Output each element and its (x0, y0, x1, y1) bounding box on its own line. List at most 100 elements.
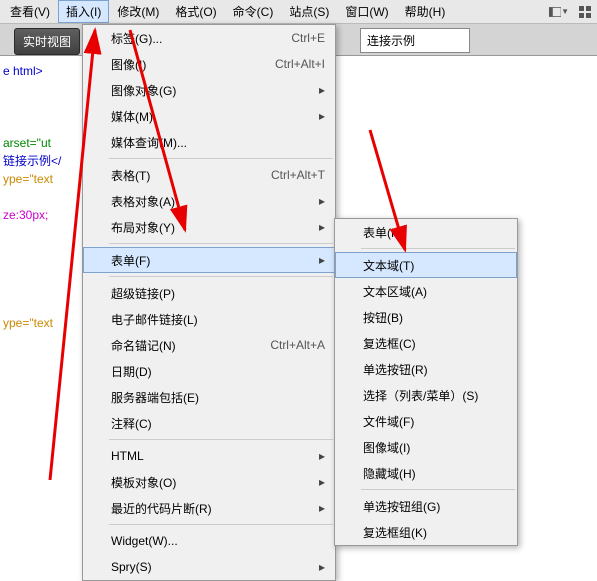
menu-label: 日期(D) (111, 363, 325, 380)
chevron-right-icon: ▸ (315, 194, 325, 208)
menu-label: 媒体(M) (111, 108, 315, 125)
submenu-text-field[interactable]: 文本域(T) (335, 252, 517, 278)
code-line: arset="ut (3, 134, 79, 152)
menu-media-query[interactable]: 媒体查询(M)... (83, 129, 335, 155)
grid-icon[interactable] (575, 4, 595, 20)
chevron-right-icon: ▸ (315, 83, 325, 97)
submenu-select[interactable]: 选择（列表/菜单）(S) (335, 382, 517, 408)
submenu-radio-group[interactable]: 单选按钮组(G) (335, 493, 517, 519)
menu-label: 文本区域(A) (363, 283, 507, 300)
chevron-right-icon: ▸ (315, 220, 325, 234)
menu-separator (109, 439, 333, 440)
chevron-right-icon: ▸ (315, 560, 325, 574)
menubar: 查看(V) 插入(I) 修改(M) 格式(O) 命令(C) 站点(S) 窗口(W… (0, 0, 597, 24)
menu-table-obj[interactable]: 表格对象(A)▸ (83, 188, 335, 214)
code-line: ze:30px; (3, 206, 79, 224)
menu-recent-snippet[interactable]: 最近的代码片断(R)▸ (83, 495, 335, 521)
chevron-right-icon: ▸ (315, 253, 325, 267)
menu-template-obj[interactable]: 模板对象(O)▸ (83, 469, 335, 495)
menu-label: 文件域(F) (363, 413, 507, 430)
menu-separator (361, 248, 515, 249)
menu-label: 注释(C) (111, 415, 325, 432)
menu-shortcut: Ctrl+E (291, 31, 325, 45)
menu-window[interactable]: 窗口(W) (337, 0, 396, 23)
menu-label: 表单(F) (363, 224, 507, 241)
code-line: ype="text (3, 170, 79, 188)
form-submenu: 表单(F) 文本域(T) 文本区域(A) 按钮(B) 复选框(C) 单选按钮(R… (334, 218, 518, 546)
menu-ssi[interactable]: 服务器端包括(E) (83, 384, 335, 410)
menu-layout-obj[interactable]: 布局对象(Y)▸ (83, 214, 335, 240)
menu-label: 图像域(I) (363, 439, 507, 456)
menu-command[interactable]: 命令(C) (225, 0, 282, 23)
submenu-button[interactable]: 按钮(B) (335, 304, 517, 330)
menu-label: 图像对象(G) (111, 82, 315, 99)
menu-form[interactable]: 表单(F)▸ (83, 247, 335, 273)
menu-label: HTML (111, 449, 315, 463)
menu-spry[interactable]: Spry(S)▸ (83, 554, 335, 580)
submenu-checkbox-group[interactable]: 复选框组(K) (335, 519, 517, 545)
menu-format[interactable]: 格式(O) (167, 0, 224, 23)
submenu-hidden[interactable]: 隐藏域(H) (335, 460, 517, 486)
menu-table[interactable]: 表格(T)Ctrl+Alt+T (83, 162, 335, 188)
menu-tag[interactable]: 标签(G)...Ctrl+E (83, 25, 335, 51)
menu-anchor[interactable]: 命名锚记(N)Ctrl+Alt+A (83, 332, 335, 358)
menu-hyperlink[interactable]: 超级链接(P) (83, 280, 335, 306)
menu-separator (109, 524, 333, 525)
submenu-file-field[interactable]: 文件域(F) (335, 408, 517, 434)
menu-html[interactable]: HTML▸ (83, 443, 335, 469)
layout-icon[interactable]: ▼ (549, 4, 569, 20)
menu-shortcut: Ctrl+Alt+A (270, 338, 325, 352)
menu-label: 选择（列表/菜单）(S) (363, 387, 507, 404)
menu-view[interactable]: 查看(V) (2, 0, 58, 23)
menu-label: 单选按钮组(G) (363, 498, 507, 515)
menu-label: 表格对象(A) (111, 193, 315, 210)
menu-media[interactable]: 媒体(M)▸ (83, 103, 335, 129)
menu-site[interactable]: 站点(S) (281, 0, 337, 23)
menu-label: 按钮(B) (363, 309, 507, 326)
menu-widget[interactable]: Widget(W)... (83, 528, 335, 554)
menu-label: Widget(W)... (111, 534, 325, 548)
menu-label: 复选框组(K) (363, 524, 507, 541)
menu-label: 表格(T) (111, 167, 271, 184)
chevron-right-icon: ▸ (315, 475, 325, 489)
submenu-radio[interactable]: 单选按钮(R) (335, 356, 517, 382)
menu-separator (109, 158, 333, 159)
menu-help[interactable]: 帮助(H) (397, 0, 454, 23)
title-field[interactable]: 连接示例 (360, 28, 470, 53)
menu-shortcut: Ctrl+Alt+T (271, 168, 325, 182)
menu-label: 标签(G)... (111, 30, 291, 47)
menu-label: 命名锚记(N) (111, 337, 270, 354)
menu-comment[interactable]: 注释(C) (83, 410, 335, 436)
menu-image[interactable]: 图像(I)Ctrl+Alt+I (83, 51, 335, 77)
code-line: ype="text (3, 314, 79, 332)
menu-label: 超级链接(P) (111, 285, 325, 302)
code-area: e html> arset="ut 链接示例</ ype="text ze:30… (0, 56, 82, 508)
insert-menu: 标签(G)...Ctrl+E 图像(I)Ctrl+Alt+I 图像对象(G)▸ … (82, 24, 336, 581)
menu-image-obj[interactable]: 图像对象(G)▸ (83, 77, 335, 103)
menu-label: 布局对象(Y) (111, 219, 315, 236)
menu-label: 模板对象(O) (111, 474, 315, 491)
menu-label: 电子邮件链接(L) (111, 311, 325, 328)
menu-label: 复选框(C) (363, 335, 507, 352)
menu-label: 文本域(T) (363, 257, 507, 274)
submenu-checkbox[interactable]: 复选框(C) (335, 330, 517, 356)
menu-label: 单选按钮(R) (363, 361, 507, 378)
menu-label: 图像(I) (111, 56, 275, 73)
realtime-view-button[interactable]: 实时视图 (14, 28, 80, 55)
submenu-form[interactable]: 表单(F) (335, 219, 517, 245)
menu-separator (109, 243, 333, 244)
menu-separator (109, 276, 333, 277)
menu-email-link[interactable]: 电子邮件链接(L) (83, 306, 335, 332)
submenu-textarea[interactable]: 文本区域(A) (335, 278, 517, 304)
menu-insert[interactable]: 插入(I) (58, 0, 109, 23)
menu-modify[interactable]: 修改(M) (109, 0, 167, 23)
menu-separator (361, 489, 515, 490)
menu-label: 表单(F) (111, 252, 315, 269)
submenu-image-field[interactable]: 图像域(I) (335, 434, 517, 460)
menu-label: 最近的代码片断(R) (111, 500, 315, 517)
menu-date[interactable]: 日期(D) (83, 358, 335, 384)
chevron-right-icon: ▸ (315, 449, 325, 463)
code-line: e html> (3, 62, 79, 80)
menu-label: Spry(S) (111, 560, 315, 574)
code-line: 链接示例</ (3, 152, 79, 170)
